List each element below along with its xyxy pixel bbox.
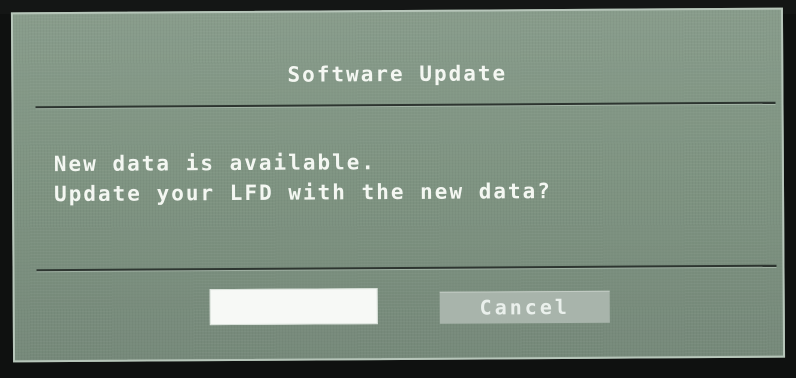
button-divider [36, 264, 777, 272]
cancel-button[interactable]: Cancel [439, 290, 610, 324]
dialog-message: New data is available. Update your LFD w… [54, 146, 552, 209]
message-line-2: Update your LFD with the new data? [53, 179, 552, 207]
message-line-1: New data is available. [53, 150, 377, 177]
title-divider [35, 101, 776, 109]
software-update-dialog: Software Update New data is available. U… [10, 7, 786, 363]
dialog-title: Software Update [287, 61, 508, 87]
ok-button[interactable] [209, 288, 378, 326]
